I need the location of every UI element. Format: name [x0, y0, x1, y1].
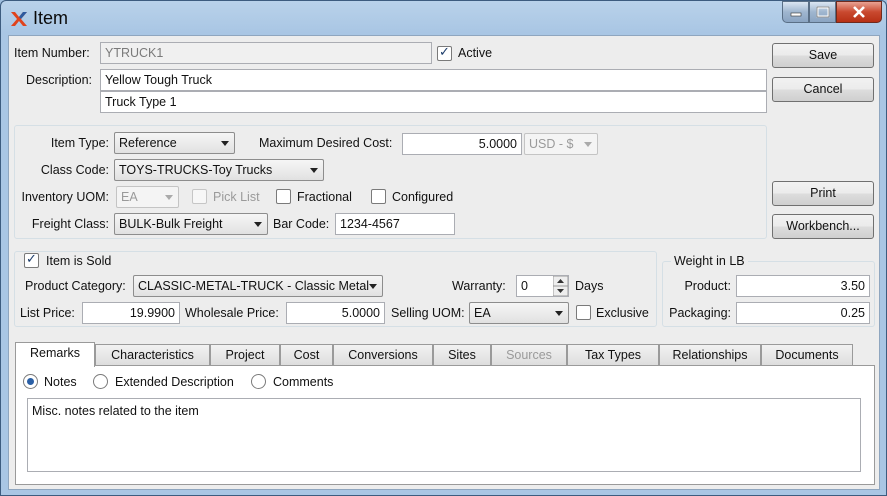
packaging-weight-label: Packaging: — [669, 306, 731, 320]
item-number-field[interactable]: YTRUCK1 — [100, 42, 432, 64]
tab-documents[interactable]: Documents — [761, 344, 853, 366]
warranty-spinner[interactable] — [552, 275, 569, 297]
freight-class-value: BULK-Bulk Freight — [119, 217, 223, 231]
tab-cost[interactable]: Cost — [280, 344, 333, 366]
minimize-button[interactable] — [782, 1, 809, 23]
active-checkbox[interactable]: ✓ — [437, 44, 452, 61]
checkmark-icon: ✓ — [439, 44, 450, 59]
xtuple-logo-icon — [11, 12, 27, 26]
item-type-select[interactable]: Reference — [114, 132, 235, 154]
description-label: Description: — [26, 73, 92, 87]
fractional-checkbox[interactable] — [276, 189, 291, 204]
selling-uom-label: Selling UOM: — [391, 306, 465, 320]
item-type-label: Item Type: — [50, 136, 109, 150]
selling-uom-value: EA — [474, 306, 491, 320]
fractional-label: Fractional — [297, 190, 352, 204]
max-desired-cost-label: Maximum Desired Cost: — [259, 136, 393, 150]
weight-title: Weight in LB — [671, 254, 748, 268]
pick-list-checkbox[interactable] — [192, 189, 207, 204]
product-category-value: CLASSIC-METAL-TRUCK - Classic Metal — [138, 279, 370, 293]
wholesale-price-field[interactable]: 5.0000 — [286, 302, 385, 324]
chevron-down-icon — [165, 195, 173, 200]
cancel-button[interactable]: Cancel — [772, 77, 874, 102]
tab-characteristics[interactable]: Characteristics — [95, 344, 210, 366]
print-button[interactable]: Print — [772, 181, 874, 206]
tab-sites[interactable]: Sites — [433, 344, 491, 366]
days-label: Days — [575, 279, 604, 293]
list-price-field[interactable]: 19.9900 — [82, 302, 180, 324]
chevron-down-icon — [584, 142, 592, 147]
extended-description-label: Extended Description — [115, 375, 234, 389]
inventory-uom-label: Inventory UOM: — [21, 190, 109, 204]
description-field-2[interactable]: Truck Type 1 — [100, 91, 767, 113]
notes-textarea[interactable]: Misc. notes related to the item — [27, 398, 861, 472]
inventory-uom-select[interactable]: EA — [116, 186, 179, 208]
chevron-down-icon — [555, 311, 563, 316]
item-is-sold-label: Item is Sold — [44, 254, 114, 268]
currency-select[interactable]: USD - $ — [524, 133, 598, 155]
list-price-label: List Price: — [20, 306, 75, 320]
bar-code-field[interactable]: 1234-4567 — [335, 213, 455, 235]
close-icon — [853, 6, 865, 18]
tab-sources: Sources — [491, 344, 567, 366]
exclusive-checkbox[interactable] — [576, 305, 591, 320]
product-category-select[interactable]: CLASSIC-METAL-TRUCK - Classic Metal — [133, 275, 383, 297]
save-button[interactable]: Save — [772, 43, 874, 68]
selling-uom-select[interactable]: EA — [469, 302, 569, 324]
notes-radio-label: Notes — [44, 375, 77, 389]
extended-description-radio[interactable] — [93, 374, 108, 389]
item-number-label: Item Number: — [14, 46, 90, 60]
spin-arrows-icon — [552, 275, 569, 297]
freight-class-label: Freight Class: — [31, 217, 109, 231]
configured-label: Configured — [392, 190, 454, 204]
product-weight-label: Product: — [684, 279, 731, 293]
chevron-down-icon — [310, 168, 318, 173]
maximize-icon — [816, 6, 829, 18]
description-field-1[interactable]: Yellow Tough Truck — [100, 69, 767, 91]
maximize-button[interactable] — [809, 1, 836, 23]
item-window: Item Item Number: YTRUCK1 ✓ Active Descr… — [0, 0, 887, 496]
tab-remarks[interactable]: Remarks — [15, 342, 95, 367]
chevron-down-icon — [254, 222, 262, 227]
window-title: Item — [33, 8, 69, 28]
title-bar[interactable]: Item — [1, 1, 886, 35]
inventory-uom-value: EA — [121, 190, 138, 204]
chevron-down-icon — [369, 284, 377, 289]
configured-checkbox[interactable] — [371, 189, 386, 204]
product-category-label: Product Category: — [25, 279, 126, 293]
tab-conversions[interactable]: Conversions — [333, 344, 433, 366]
active-label: Active — [458, 46, 493, 60]
bar-code-label: Bar Code: — [273, 217, 330, 231]
notes-radio[interactable] — [23, 374, 38, 389]
pick-list-label: Pick List — [213, 190, 260, 204]
checkmark-icon: ✓ — [26, 251, 37, 266]
radio-selected-icon — [27, 378, 34, 385]
product-weight-field[interactable]: 3.50 — [736, 275, 870, 297]
comments-radio[interactable] — [251, 374, 266, 389]
tab-project[interactable]: Project — [210, 344, 280, 366]
form-area: Item Number: YTRUCK1 ✓ Active Descriptio… — [8, 35, 880, 490]
class-code-label: Class Code: — [40, 163, 109, 177]
currency-value: USD - $ — [529, 137, 574, 151]
item-type-value: Reference — [119, 136, 177, 150]
tab-relationships[interactable]: Relationships — [659, 344, 761, 366]
close-button[interactable] — [836, 1, 882, 23]
minimize-icon — [790, 12, 801, 17]
chevron-down-icon — [221, 141, 229, 146]
comments-label: Comments — [273, 375, 334, 389]
class-code-value: TOYS-TRUCKS-Toy Trucks — [119, 163, 273, 177]
tab-tax-types[interactable]: Tax Types — [567, 344, 659, 366]
freight-class-select[interactable]: BULK-Bulk Freight — [114, 213, 268, 235]
workbench-button[interactable]: Workbench... — [772, 214, 874, 239]
wholesale-price-label: Wholesale Price: — [185, 306, 279, 320]
item-is-sold-checkbox[interactable]: ✓ — [24, 251, 39, 268]
class-code-select[interactable]: TOYS-TRUCKS-Toy Trucks — [114, 159, 324, 181]
remarks-panel: Notes Extended Description Comments Misc… — [15, 365, 875, 485]
warranty-label: Warranty: — [452, 279, 506, 293]
max-desired-cost-field[interactable]: 5.0000 — [402, 133, 522, 155]
exclusive-label: Exclusive — [596, 306, 649, 320]
packaging-weight-field[interactable]: 0.25 — [736, 302, 870, 324]
